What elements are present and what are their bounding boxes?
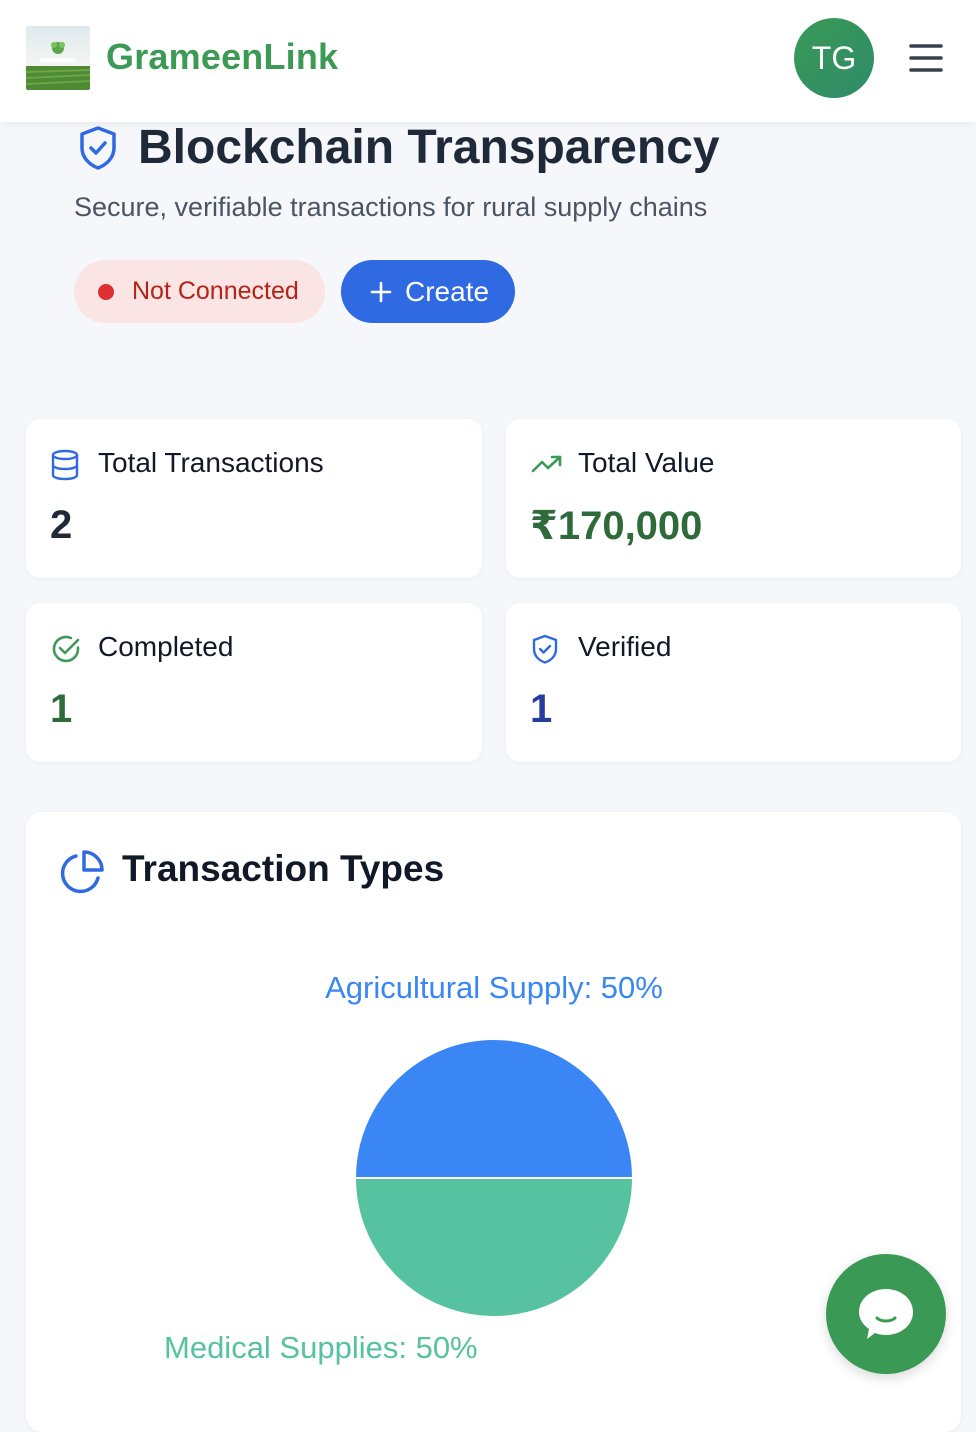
stat-label: Completed xyxy=(98,631,234,662)
page-title: Blockchain Transparency xyxy=(138,121,720,174)
stat-card-total-transactions: Total Transactions 2 xyxy=(26,419,482,578)
stat-card-completed: Completed 1 xyxy=(26,603,482,762)
stat-card-verified: Verified 1 xyxy=(506,603,961,762)
stat-value: 2 xyxy=(50,503,73,547)
database-icon xyxy=(50,449,80,481)
trending-up-icon xyxy=(530,449,562,479)
transaction-types-pie-chart: Agricultural Supply: 50% Medical Supplies… xyxy=(164,970,663,1365)
check-circle-icon xyxy=(50,633,80,663)
plus-icon xyxy=(370,281,392,302)
hamburger-menu-icon[interactable] xyxy=(906,40,946,76)
stat-label: Total Transactions xyxy=(98,447,324,478)
brand-logo[interactable] xyxy=(26,26,90,90)
pie-slice-medical-supplies[interactable] xyxy=(353,1177,635,1318)
pie-slice-agricultural-supply[interactable] xyxy=(353,1038,635,1179)
stat-label: Total Value xyxy=(578,447,715,478)
transaction-types-card: Transaction Types Agricultural Supply: 5… xyxy=(26,812,961,1432)
brand-name[interactable]: GrameenLink xyxy=(106,36,338,78)
pie-chart-icon xyxy=(58,848,106,896)
connection-status-label: Not Connected xyxy=(132,277,299,305)
shield-check-icon xyxy=(76,124,120,172)
pie-slice-label: Medical Supplies: 50% xyxy=(164,1330,478,1365)
chat-button[interactable] xyxy=(826,1254,946,1374)
page-subtitle: Secure, verifiable transactions for rura… xyxy=(74,192,708,222)
stat-card-total-value: Total Value ₹170,000 xyxy=(506,419,961,578)
connection-status-badge[interactable]: Not Connected xyxy=(74,260,325,323)
shield-check-icon xyxy=(530,633,560,664)
stat-value: 1 xyxy=(50,687,73,731)
create-button[interactable]: Create xyxy=(341,260,515,323)
section-title: Transaction Types xyxy=(122,848,445,889)
top-bar: GrameenLink TG xyxy=(0,0,976,122)
stat-value: 1 xyxy=(530,687,553,731)
user-avatar[interactable]: TG xyxy=(794,18,874,98)
status-dot-icon xyxy=(98,283,114,300)
pie-slice-label: Agricultural Supply: 50% xyxy=(325,970,663,1005)
chat-bubble-icon xyxy=(859,1289,913,1339)
create-button-label: Create xyxy=(405,275,490,307)
stat-value: ₹170,000 xyxy=(530,504,703,548)
stat-label: Verified xyxy=(578,631,672,662)
